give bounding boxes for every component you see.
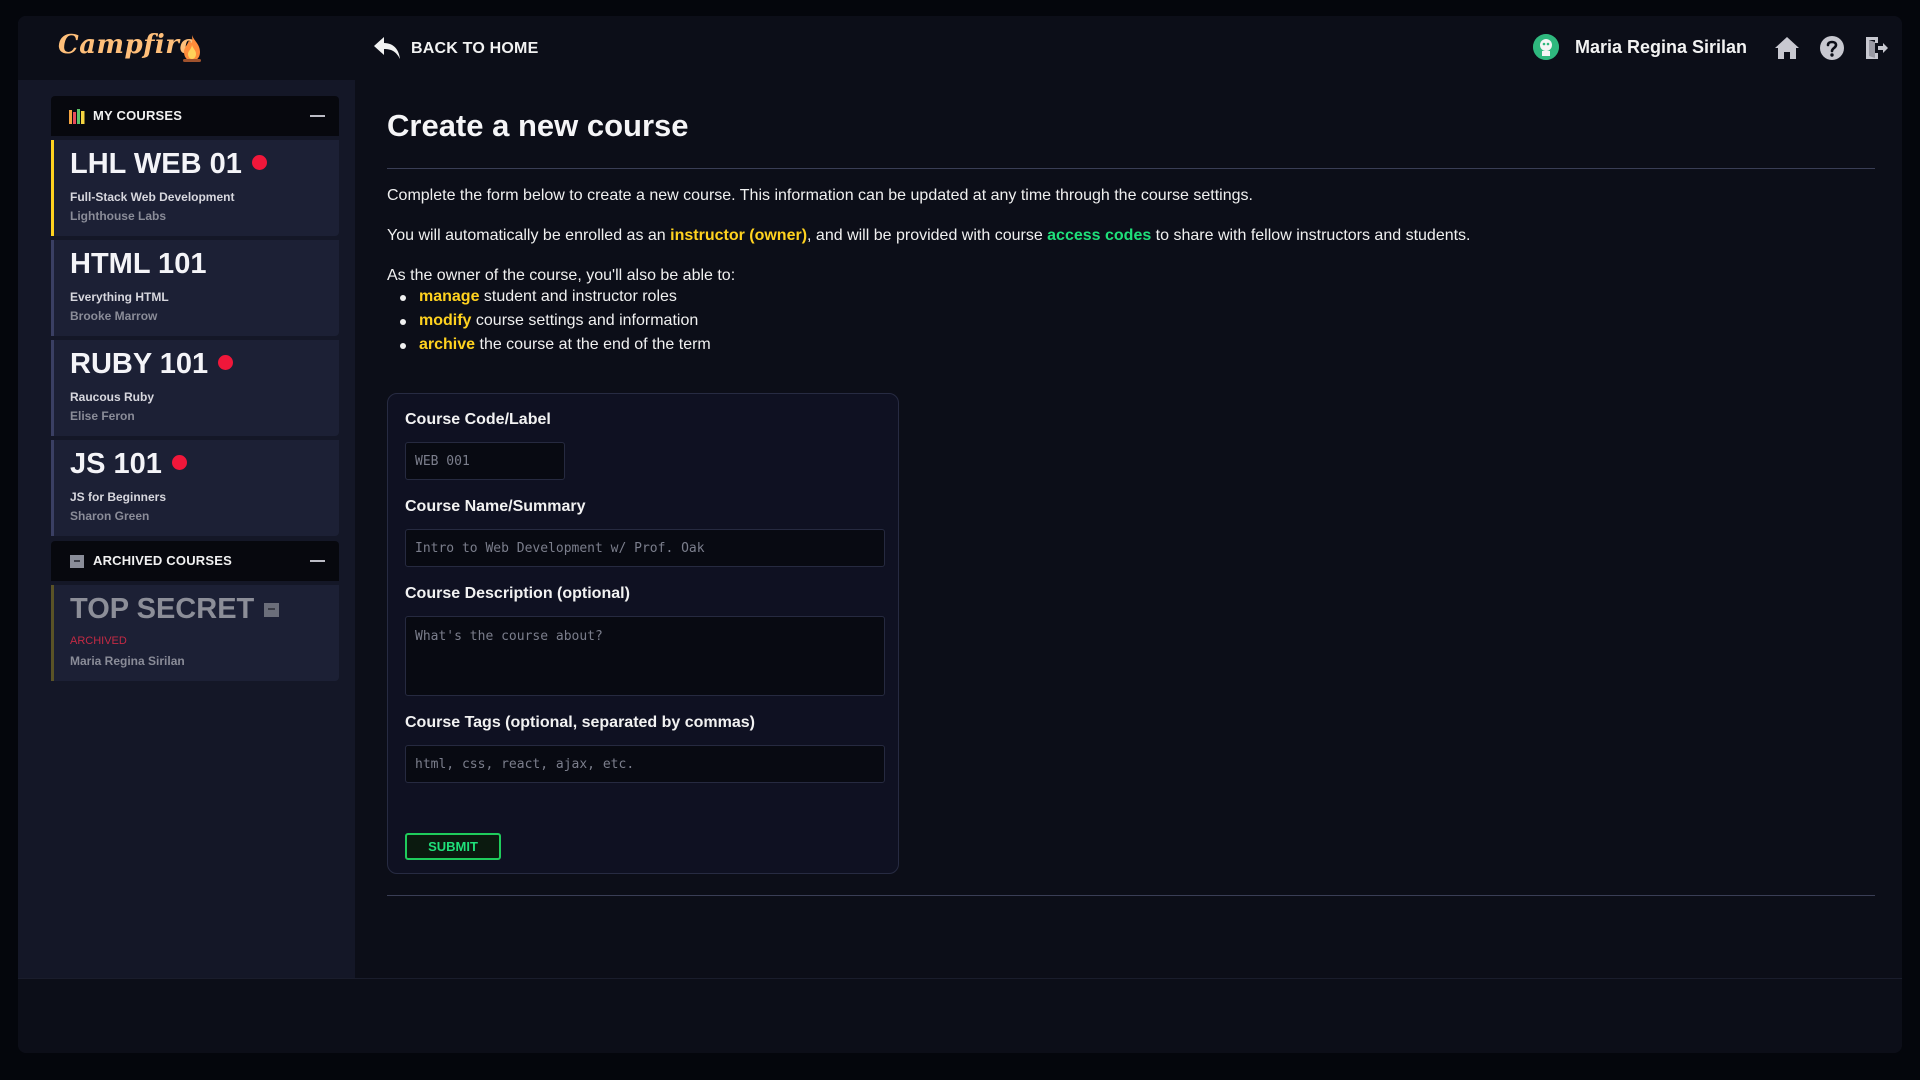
archived-courses-label: ARCHIVED COURSES (93, 553, 232, 568)
course-description-textarea[interactable] (405, 616, 885, 696)
user-name[interactable]: Maria Regina Sirilan (1575, 37, 1747, 58)
my-courses-label: MY COURSES (93, 108, 183, 123)
title-divider (387, 168, 1875, 169)
avatar-icon (1533, 34, 1559, 60)
sidebar: Campfire MY COURSES LHL WEB 01 Full-Stac… (18, 16, 355, 978)
list-item: archive the course at the end of the ter… (387, 333, 711, 357)
course-instructor: Elise Feron (70, 409, 135, 423)
course-title: RUBY 101 (70, 348, 234, 381)
course-title: JS 101 (70, 448, 187, 481)
course-tags-input[interactable] (405, 745, 885, 783)
top-bar: BACK TO HOME Maria Regina Sirilan (355, 16, 1902, 80)
notification-dot (218, 355, 234, 370)
course-instructor: Brooke Marrow (70, 309, 158, 323)
app-logo[interactable]: Campfire (58, 30, 197, 60)
course-code-input[interactable] (405, 442, 565, 480)
course-name-input[interactable] (405, 529, 885, 567)
help-icon[interactable] (1818, 34, 1846, 62)
course-name: JS for Beginners (70, 490, 167, 504)
campfire-flame-icon (183, 35, 201, 62)
course-instructor: Sharon Green (70, 509, 150, 523)
logo-row: Campfire (18, 16, 355, 80)
list-item: manage student and instructor roles (387, 285, 711, 309)
course-status: ARCHIVED (70, 635, 127, 647)
logout-icon[interactable] (1862, 34, 1890, 62)
main-content: Create a new course Complete the form be… (355, 80, 1882, 978)
course-title: TOP SECRET (70, 593, 280, 626)
course-name: Full-Stack Web Development (70, 190, 235, 204)
course-code-label: Course Code/Label (405, 411, 551, 428)
course-name: Everything HTML (70, 290, 169, 304)
list-item: modify course settings and information (387, 309, 711, 333)
course-instructor: Lighthouse Labs (70, 209, 166, 223)
archived-courses-header: ARCHIVED COURSES (51, 541, 339, 581)
course-card-ruby-101[interactable]: RUBY 101 Raucous Ruby Elise Feron (51, 340, 339, 436)
course-instructor: Maria Regina Sirilan (70, 654, 185, 668)
course-title: HTML 101 (70, 248, 207, 280)
page-title: Create a new course (387, 108, 689, 143)
footer-strip (18, 978, 1902, 1053)
access-codes-highlight: access codes (1047, 227, 1152, 244)
my-courses-header: MY COURSES (51, 96, 339, 136)
avatar[interactable] (1533, 34, 1559, 60)
back-to-home-label: BACK TO HOME (411, 40, 539, 57)
course-card-top-secret[interactable]: TOP SECRET ARCHIVED Maria Regina Sirilan (51, 585, 339, 681)
notification-dot (171, 455, 187, 470)
reply-arrow-icon (374, 37, 400, 59)
intro-text: Complete the form below to create a new … (387, 187, 1253, 204)
course-description-label: Course Description (optional) (405, 585, 630, 602)
create-course-form: Course Code/Label Course Name/Summary Co… (387, 393, 899, 874)
archive-box-icon (70, 555, 84, 568)
notification-dot (251, 155, 267, 170)
archive-icon (264, 603, 280, 617)
course-tags-label: Course Tags (optional, separated by comm… (405, 714, 756, 731)
app-window: Campfire MY COURSES LHL WEB 01 Full-Stac… (18, 16, 1902, 1053)
home-icon[interactable] (1773, 34, 1801, 62)
course-name-label: Course Name/Summary (405, 498, 586, 515)
owner-intro-text: As the owner of the course, you'll also … (387, 267, 736, 284)
course-card-lhl-web-01[interactable]: LHL WEB 01 Full-Stack Web Development Li… (51, 140, 339, 236)
collapse-my-courses-button[interactable] (310, 115, 325, 117)
abilities-list: manage student and instructor roles modi… (387, 285, 711, 357)
course-name: Raucous Ruby (70, 390, 155, 404)
submit-button[interactable]: SUBMIT (405, 833, 501, 860)
instructor-owner-highlight: instructor (owner) (670, 227, 808, 244)
collapse-archived-courses-button[interactable] (310, 560, 325, 562)
books-icon (69, 109, 85, 124)
enroll-text: You will automatically be enrolled as an… (387, 227, 1471, 244)
course-title: LHL WEB 01 (70, 148, 267, 181)
form-bottom-divider (387, 895, 1875, 896)
course-card-html-101[interactable]: HTML 101 Everything HTML Brooke Marrow (51, 240, 339, 336)
course-card-js-101[interactable]: JS 101 JS for Beginners Sharon Green (51, 440, 339, 536)
